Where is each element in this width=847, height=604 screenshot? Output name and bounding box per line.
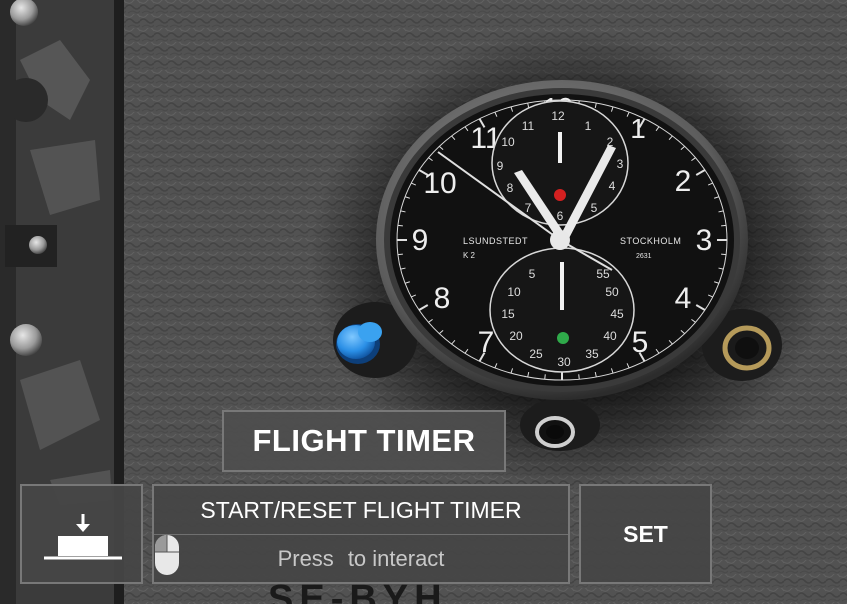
serial-label: 2631 <box>636 253 652 260</box>
hint-interact-text: to interact <box>347 546 445 571</box>
tick-mark <box>578 374 580 380</box>
upper-dial-5: 5 <box>591 201 598 215</box>
hour-numeral-9: 9 <box>412 224 429 257</box>
lower-dial-55: 55 <box>596 267 610 281</box>
hint-press-text: Press <box>277 546 334 571</box>
cockpit-view: 12 1 2 3 4 5 7 8 9 10 11 12 1 2 3 4 5 6 … <box>0 0 847 604</box>
lower-dial-35: 35 <box>585 347 599 361</box>
lower-setting-knob[interactable] <box>535 416 575 448</box>
upper-dial-10: 10 <box>501 135 515 149</box>
hour-numeral-3: 3 <box>696 224 713 257</box>
right-setting-knob[interactable] <box>722 325 772 371</box>
push-button-icon <box>44 514 122 560</box>
tick-mark <box>397 224 403 227</box>
lower-subdial: 55 50 45 40 35 30 25 20 15 10 5 <box>489 247 635 373</box>
interaction-mode-button[interactable] <box>20 484 143 584</box>
city-label: STOCKHOLM <box>620 236 681 246</box>
tick-mark <box>397 253 403 256</box>
hour-numeral-8: 8 <box>434 282 451 315</box>
upper-dial-3: 3 <box>617 157 624 171</box>
hour-numeral-7: 7 <box>478 326 495 359</box>
lower-dial-40: 40 <box>603 329 617 343</box>
hour-numeral-4: 4 <box>675 282 692 315</box>
tooltip-title: FLIGHT TIMER <box>222 410 506 472</box>
lower-dial-5: 5 <box>529 267 536 281</box>
green-indicator <box>557 332 569 344</box>
upper-dial-4: 4 <box>609 179 616 193</box>
upper-dial-11: 11 <box>522 119 535 133</box>
lower-dial-20: 20 <box>509 329 523 343</box>
lower-dial-15: 15 <box>501 307 515 321</box>
interaction-hint-panel: START/RESET FLIGHT TIMER Press to intera… <box>152 484 570 584</box>
hour-numeral-1: 1 <box>630 113 646 144</box>
upper-dial-12: 12 <box>551 109 565 123</box>
flight-timer-clock[interactable]: 12 1 2 3 4 5 7 8 9 10 11 12 1 2 3 4 5 6 … <box>376 80 748 400</box>
tick-mark <box>721 224 727 227</box>
upper-dial-7: 7 <box>525 201 532 215</box>
lower-dial-10: 10 <box>507 285 521 299</box>
upper-dial-9: 9 <box>497 159 504 173</box>
upper-dial-8: 8 <box>507 181 514 195</box>
lower-dial-25: 25 <box>529 347 543 361</box>
upper-dial-6: 6 <box>557 209 564 223</box>
hour-numeral-10: 10 <box>423 167 456 200</box>
hour-numeral-5: 5 <box>632 326 649 359</box>
mouse-left-click-icon <box>155 535 179 575</box>
interaction-hint: Press to interact <box>154 534 568 584</box>
lower-dial-30: 30 <box>557 355 571 369</box>
hour-numeral-2: 2 <box>675 165 692 198</box>
action-label: START/RESET FLIGHT TIMER <box>154 486 568 535</box>
model-label: K 2 <box>463 251 476 260</box>
brand-label: LSUNDSTEDT <box>463 236 528 246</box>
red-indicator <box>554 189 566 201</box>
lower-dial-45: 45 <box>610 307 624 321</box>
tick-mark <box>544 374 546 380</box>
tick-mark <box>721 253 727 256</box>
set-button[interactable]: SET <box>579 484 712 584</box>
lower-dial-50: 50 <box>605 285 619 299</box>
upper-dial-1: 1 <box>585 119 592 133</box>
